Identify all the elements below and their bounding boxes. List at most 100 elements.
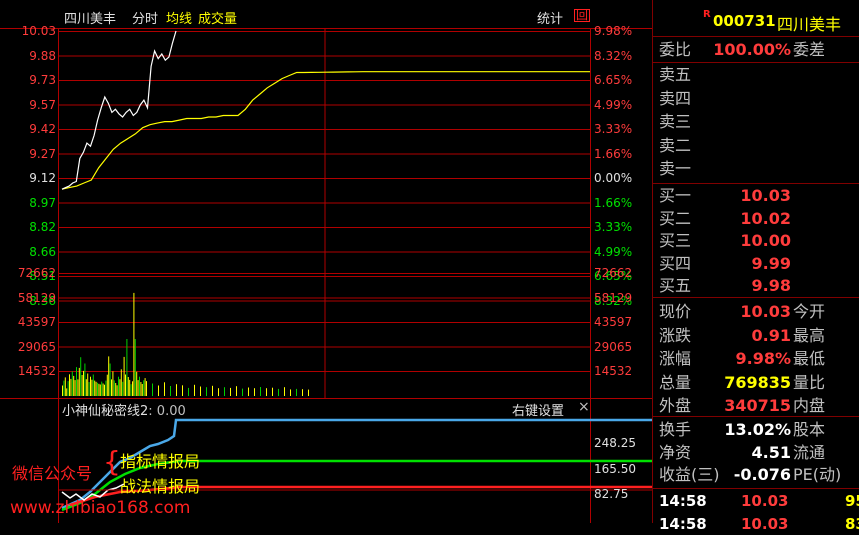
volume-bar xyxy=(92,374,94,396)
toggle-panel-icon[interactable]: 回 xyxy=(574,9,591,22)
volume-bar xyxy=(81,375,83,396)
volume-axis-label-left: 43597 xyxy=(17,315,56,329)
row-value: 10.00 xyxy=(740,231,791,250)
tick-row[interactable]: 14:58 10.03 83 xyxy=(659,513,859,535)
volume-bar xyxy=(73,375,75,396)
row-label-secondary: 最低 xyxy=(793,349,826,368)
price-axis-label-left: 9.88 xyxy=(29,48,56,63)
volume-bar xyxy=(116,385,118,396)
volume-bar xyxy=(134,339,136,396)
row-value: 13.02% xyxy=(724,420,791,439)
volume-bar xyxy=(87,373,89,396)
volume-bar xyxy=(194,384,195,396)
row-label: 卖四 xyxy=(659,88,692,108)
volume-bar xyxy=(296,388,297,396)
weicha-label: 委差 xyxy=(793,40,826,59)
volume-bar xyxy=(212,385,213,396)
intraday-chart[interactable] xyxy=(0,0,652,523)
volume-bar xyxy=(115,383,117,396)
volume-bar xyxy=(119,379,121,396)
indicator-settings[interactable]: 右键设置 xyxy=(512,400,564,419)
indicator-value: : 0.00 xyxy=(148,404,186,419)
buy-row: 买四 9.99 xyxy=(659,253,859,275)
buy-row: 买三 10.00 xyxy=(659,230,859,252)
volume-bar xyxy=(122,381,124,396)
buy-row: 买一 10.03 xyxy=(659,185,859,207)
volume-bar xyxy=(76,367,77,396)
volume-bar xyxy=(132,381,133,396)
volume-bar xyxy=(126,339,128,396)
price-axis-label-left: 8.66 xyxy=(29,244,56,259)
row-label: 买五 xyxy=(659,276,692,295)
row-label: 总量 xyxy=(659,372,692,392)
row-label: 卖一 xyxy=(659,159,692,178)
sell-row: 卖四 xyxy=(659,88,859,110)
separator xyxy=(653,488,859,489)
volume-bar xyxy=(302,389,303,396)
tick-row[interactable]: 14:58 10.03 95 xyxy=(659,490,859,512)
row-label-secondary: 流通 xyxy=(793,442,826,462)
volume-bar xyxy=(125,374,126,396)
row-value: 9.98% xyxy=(735,349,791,368)
volume-bar xyxy=(80,357,82,396)
row-label-secondary: PE(动) xyxy=(793,465,842,484)
row-label: 净资 xyxy=(659,442,692,462)
panel-stock-name: 四川美丰 xyxy=(777,15,842,34)
volume-bar xyxy=(260,387,261,396)
volume-bar xyxy=(90,376,91,396)
stock-name: 四川美丰 xyxy=(64,12,117,27)
volume-bar xyxy=(272,387,273,396)
volume-axis-label-left: 58129 xyxy=(17,290,56,305)
stats-button[interactable]: 统计 xyxy=(537,8,563,27)
price-axis-label-right: 8.32% xyxy=(594,48,633,63)
volume-axis-label-left: 29065 xyxy=(17,339,56,354)
volume-bar xyxy=(230,387,231,396)
row-label-secondary: 内盘 xyxy=(793,396,826,415)
quote-row: 外盘 340715 内盘 xyxy=(659,395,859,417)
close-icon[interactable]: × xyxy=(578,399,590,415)
tab-avg-line[interactable]: 均线 xyxy=(166,8,192,27)
volume-bar xyxy=(218,388,219,396)
volume-bar xyxy=(62,385,63,396)
volume-bar xyxy=(99,384,101,396)
volume-bar xyxy=(91,379,93,396)
volume-bar xyxy=(109,363,111,396)
row-label: 涨幅 xyxy=(659,349,692,368)
volume-axis-label-left: 14532 xyxy=(17,364,56,378)
price-axis-label-left: 9.27 xyxy=(29,146,56,161)
volume-axis-label-right: 58129 xyxy=(594,290,633,305)
price-axis-label-right: 9.98% xyxy=(594,24,633,38)
volume-bar xyxy=(129,379,131,396)
volume-bar xyxy=(242,388,243,396)
tab-intraday[interactable]: 分时 xyxy=(132,8,158,27)
volume-bar xyxy=(111,379,112,396)
volume-bar xyxy=(104,384,105,396)
volume-bar xyxy=(98,383,100,396)
separator xyxy=(653,62,859,63)
tick-volume: 95 xyxy=(845,492,859,510)
webi-value: 100.00% xyxy=(713,40,791,59)
volume-bar xyxy=(164,382,165,396)
row-label: 买四 xyxy=(659,253,692,273)
volume-bar xyxy=(170,386,171,396)
volume-bar xyxy=(71,371,73,396)
quote-panel: R 000731 四川美丰 委比 100.00% 委差 卖五 卖四 卖三 卖二 卖一 买… xyxy=(652,0,859,533)
stock-code: 000731 xyxy=(713,12,776,30)
row-label-secondary: 股本 xyxy=(793,420,826,439)
volume-bar xyxy=(64,377,66,396)
volume-bar xyxy=(158,385,159,396)
separator xyxy=(653,36,859,37)
separator xyxy=(653,297,859,298)
volume-bar xyxy=(130,384,132,396)
quote-row: 总量 769835 量比 xyxy=(659,372,859,394)
row-value: 9.99 xyxy=(751,253,791,273)
separator xyxy=(653,183,859,184)
fund-row: 收益(三) -0.076 PE(动) xyxy=(659,464,859,486)
volume-bar xyxy=(77,379,79,396)
volume-bar xyxy=(224,387,225,396)
tab-volume[interactable]: 成交量 xyxy=(198,8,237,27)
sell-row: 卖一 xyxy=(659,158,859,180)
volume-bar xyxy=(182,385,183,396)
volume-bar xyxy=(63,380,65,396)
volume-bar xyxy=(66,388,68,396)
